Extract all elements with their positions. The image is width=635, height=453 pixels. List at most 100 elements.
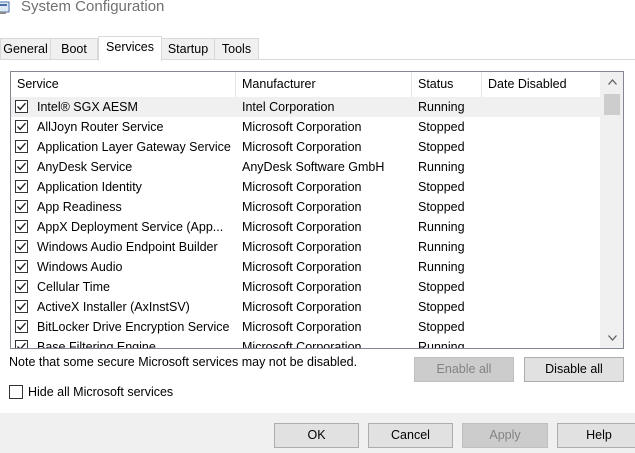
service-checkbox[interactable]: [15, 340, 28, 348]
service-name: AppX Deployment Service (App...: [37, 220, 224, 234]
service-manufacturer: Microsoft Corporation: [242, 240, 362, 254]
checkmark-icon: [16, 302, 27, 311]
service-manufacturer: Microsoft Corporation: [242, 300, 362, 314]
service-checkbox[interactable]: [15, 140, 28, 153]
enable-all-button[interactable]: Enable all: [414, 357, 514, 382]
column-header-date-disabled[interactable]: Date Disabled: [482, 72, 601, 97]
tab-services[interactable]: Services: [98, 36, 162, 61]
service-status: Running: [418, 100, 465, 114]
service-row[interactable]: AnyDesk Service AnyDesk Software GmbH Runn…: [11, 157, 601, 177]
help-button[interactable]: Help: [557, 423, 635, 448]
service-checkbox[interactable]: [15, 200, 28, 213]
service-manufacturer: Intel Corporation: [242, 100, 335, 114]
tab-boot[interactable]: Boot: [50, 38, 98, 59]
checkmark-icon: [16, 262, 27, 271]
service-checkbox[interactable]: [15, 260, 28, 273]
service-date-disabled: [488, 117, 598, 137]
service-date-disabled: [488, 177, 598, 197]
apply-button[interactable]: Apply: [462, 423, 548, 448]
service-date-disabled: [488, 297, 598, 317]
checkmark-icon: [16, 322, 27, 331]
service-status: Stopped: [418, 300, 465, 314]
service-date-disabled: [488, 257, 598, 277]
service-row[interactable]: ActiveX Installer (AxInstSV) Microsoft Co…: [11, 297, 601, 317]
service-row[interactable]: Application Layer Gateway Service Microso…: [11, 137, 601, 157]
chevron-up-icon[interactable]: [601, 72, 623, 92]
checkmark-icon: [16, 222, 27, 231]
service-checkbox[interactable]: [15, 320, 28, 333]
service-row[interactable]: App Readiness Microsoft Corporation Stoppe…: [11, 197, 601, 217]
service-manufacturer: Microsoft Corporation: [242, 320, 362, 334]
tab-general[interactable]: General: [0, 38, 51, 59]
service-row[interactable]: AppX Deployment Service (App... Microsoft…: [11, 217, 601, 237]
checkmark-icon: [16, 122, 27, 131]
tab-strip: General Boot Services Startup Tools: [0, 36, 635, 61]
service-manufacturer: Microsoft Corporation: [242, 140, 362, 154]
list-header: Service Manufacturer Status Date Disable…: [11, 72, 601, 98]
service-row[interactable]: Base Filtering Engine Microsoft Corporati…: [11, 337, 601, 349]
service-manufacturer: Microsoft Corporation: [242, 220, 362, 234]
tab-startup[interactable]: Startup: [161, 38, 215, 59]
service-row[interactable]: AllJoyn Router Service Microsoft Corporat…: [11, 117, 601, 137]
service-name: Cellular Time: [37, 280, 110, 294]
disable-all-button[interactable]: Disable all: [524, 357, 624, 382]
service-status: Running: [418, 160, 465, 174]
service-status: Running: [418, 340, 465, 349]
column-header-status[interactable]: Status: [412, 72, 482, 97]
service-row[interactable]: Windows Audio Endpoint Builder Microsoft …: [11, 237, 601, 257]
title-bar[interactable]: System Configuration: [0, 0, 635, 22]
service-row[interactable]: Windows Audio Microsoft Corporation Runnin…: [11, 257, 601, 277]
service-checkbox[interactable]: [15, 280, 28, 293]
services-list[interactable]: Service Manufacturer Status Date Disable…: [10, 71, 624, 349]
ok-button[interactable]: OK: [274, 423, 359, 448]
service-checkbox[interactable]: [15, 220, 28, 233]
column-header-service[interactable]: Service: [11, 72, 236, 97]
service-name: Application Layer Gateway Service: [37, 140, 231, 154]
service-row[interactable]: Application Identity Microsoft Corporatio…: [11, 177, 601, 197]
service-name: Windows Audio Endpoint Builder: [37, 240, 218, 254]
scrollbar-thumb[interactable]: [604, 94, 620, 115]
checkmark-icon: [16, 182, 27, 191]
checkmark-icon: [16, 242, 27, 251]
hide-microsoft-services-checkbox[interactable]: [9, 385, 23, 399]
service-manufacturer: Microsoft Corporation: [242, 200, 362, 214]
service-name: Base Filtering Engine: [37, 340, 156, 349]
service-checkbox[interactable]: [15, 240, 28, 253]
service-date-disabled: [488, 217, 598, 237]
service-name: AnyDesk Service: [37, 160, 133, 174]
service-date-disabled: [488, 277, 598, 297]
service-status: Stopped: [418, 140, 465, 154]
service-status: Running: [418, 220, 465, 234]
window-title: System Configuration: [21, 0, 165, 15]
cancel-button[interactable]: Cancel: [368, 423, 453, 448]
service-manufacturer: AnyDesk Software GmbH: [242, 160, 385, 174]
service-date-disabled: [488, 157, 598, 177]
service-checkbox[interactable]: [15, 160, 28, 173]
service-name: Application Identity: [37, 180, 142, 194]
service-name: Intel® SGX AESM: [37, 100, 138, 114]
service-checkbox[interactable]: [15, 300, 28, 313]
chevron-down-icon[interactable]: [601, 328, 623, 348]
column-header-manufacturer[interactable]: Manufacturer: [236, 72, 412, 97]
service-date-disabled: [488, 137, 598, 157]
service-name: AllJoyn Router Service: [37, 120, 164, 134]
tab-tools[interactable]: Tools: [214, 38, 259, 59]
hide-microsoft-services-label: Hide all Microsoft services: [28, 385, 174, 399]
service-name: ActiveX Installer (AxInstSV): [37, 300, 190, 314]
checkmark-icon: [16, 102, 27, 111]
checkmark-icon: [16, 342, 27, 348]
service-manufacturer: Microsoft Corporation: [242, 340, 362, 349]
service-date-disabled: [488, 237, 598, 257]
service-status: Stopped: [418, 200, 465, 214]
service-row[interactable]: BitLocker Drive Encryption Service Micros…: [11, 317, 601, 337]
service-date-disabled: [488, 197, 598, 217]
vertical-scrollbar[interactable]: [600, 72, 623, 348]
secure-services-note: Note that some secure Microsoft services…: [9, 355, 358, 369]
service-row[interactable]: Intel® SGX AESM Intel Corporation Running: [11, 97, 601, 117]
service-row[interactable]: Cellular Time Microsoft Corporation Stoppe…: [11, 277, 601, 297]
service-checkbox[interactable]: [15, 120, 28, 133]
service-checkbox[interactable]: [15, 180, 28, 193]
system-configuration-window: System Configuration General Boot Servic…: [0, 0, 635, 453]
service-checkbox[interactable]: [15, 100, 28, 113]
service-name: Windows Audio: [37, 260, 123, 274]
